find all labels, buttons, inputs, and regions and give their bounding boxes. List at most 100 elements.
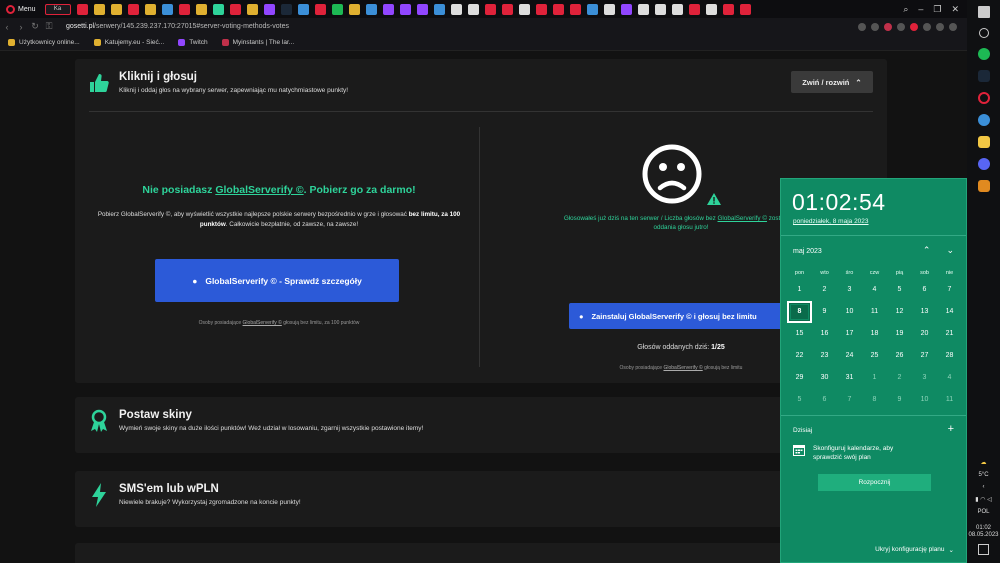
back-icon[interactable]: ‹	[0, 22, 14, 32]
calendar-day[interactable]: 3	[837, 279, 862, 301]
calendar-day[interactable]: 2	[887, 367, 912, 389]
search-tabs-icon[interactable]: ⌕	[903, 4, 908, 15]
calendar-day[interactable]: 18	[862, 323, 887, 345]
tab-favicon-icon[interactable]	[76, 3, 88, 15]
tab-favicon-icon[interactable]	[365, 3, 377, 15]
msg-link[interactable]: GlobalServerify ©	[718, 215, 767, 222]
tab-favicon-icon[interactable]	[348, 3, 360, 15]
tab-favicon-icon[interactable]	[433, 3, 445, 15]
bookmark-item[interactable]: Twitch	[178, 39, 208, 46]
tab-favicon-icon[interactable]	[161, 3, 173, 15]
calendar-day[interactable]: 19	[887, 323, 912, 345]
tab-favicon-icon[interactable]	[722, 3, 734, 15]
tab-favicon-icon[interactable]	[654, 3, 666, 15]
calendar-day[interactable]: 11	[862, 301, 887, 323]
browser-menu-button[interactable]: Menu	[0, 0, 42, 18]
sms-section[interactable]: SMS'em lub wPLN Niewiele brakuje? Wykorz…	[75, 471, 887, 527]
calendar-day[interactable]: 6	[812, 388, 837, 410]
tab-favicon-icon[interactable]	[484, 3, 496, 15]
calendar-day[interactable]: 5	[887, 279, 912, 301]
calendar-day[interactable]: 9	[887, 388, 912, 410]
calendar-day[interactable]: 22	[787, 345, 812, 367]
tab-favicon-icon[interactable]	[382, 3, 394, 15]
tab-favicon-icon[interactable]	[229, 3, 241, 15]
calendar-day[interactable]: 24	[837, 345, 862, 367]
calendar-day[interactable]: 6	[912, 279, 937, 301]
active-tab[interactable]: Ka	[44, 3, 71, 15]
tab-favicon-icon[interactable]	[552, 3, 564, 15]
calendar-day[interactable]: 5	[787, 388, 812, 410]
tab-favicon-icon[interactable]	[246, 3, 258, 15]
calendar-day[interactable]: 25	[862, 345, 887, 367]
tab-favicon-icon[interactable]	[399, 3, 411, 15]
game-icon[interactable]	[977, 180, 990, 192]
url-field[interactable]: gosetti.pl/serwery/145.239.237.170:27015…	[66, 23, 289, 30]
tab-favicon-icon[interactable]	[144, 3, 156, 15]
reload-icon[interactable]: ↻	[28, 21, 42, 32]
calendar-day[interactable]: 7	[837, 388, 862, 410]
calendar-day[interactable]: 27	[912, 345, 937, 367]
calendar-day[interactable]: 2	[812, 279, 837, 301]
extension-icon[interactable]	[923, 22, 931, 31]
extension-icon[interactable]	[910, 22, 918, 31]
skins-section[interactable]: Postaw skiny Wymień swoje skiny na duże …	[75, 397, 887, 453]
calendar-day[interactable]: 16	[812, 323, 837, 345]
tab-favicon-icon[interactable]	[93, 3, 105, 15]
steam-icon[interactable]	[977, 70, 990, 82]
calendar-day[interactable]: 9	[812, 301, 837, 323]
tab-favicon-icon[interactable]	[212, 3, 224, 15]
discord-icon[interactable]	[977, 158, 990, 170]
tab-favicon-icon[interactable]	[314, 3, 326, 15]
calendar-day[interactable]: 15	[787, 323, 812, 345]
calendar-day[interactable]: 10	[837, 301, 862, 323]
search-icon[interactable]	[978, 28, 989, 38]
download-icon[interactable]	[936, 22, 944, 31]
tab-favicon-icon[interactable]	[535, 3, 547, 15]
tab-favicon-icon[interactable]	[620, 3, 632, 15]
tab-favicon-icon[interactable]	[178, 3, 190, 15]
camera-icon[interactable]	[871, 22, 879, 31]
tab-favicon-icon[interactable]	[467, 3, 479, 15]
windows-start-icon[interactable]	[977, 6, 990, 18]
minimize-icon[interactable]: –	[918, 4, 923, 15]
globalserverify-details-button[interactable]: ● GlobalServerify © - Sprawdź szczegóły	[155, 259, 399, 302]
month-label[interactable]: maj 2023	[793, 248, 822, 255]
tray-chevron-icon[interactable]: ‹	[967, 484, 1000, 490]
calendar-day[interactable]: 28	[937, 345, 962, 367]
chevron-down-icon[interactable]: ⌄	[946, 245, 954, 256]
tab-favicon-icon[interactable]	[195, 3, 207, 15]
tab-favicon-icon[interactable]	[569, 3, 581, 15]
language-indicator[interactable]: POL	[967, 509, 1000, 515]
calendar-day[interactable]: 30	[812, 367, 837, 389]
calendar-day[interactable]: 17	[837, 323, 862, 345]
fine-link[interactable]: GlobalServerify ©	[663, 365, 702, 371]
calendar-day[interactable]: 20	[912, 323, 937, 345]
calendar-day[interactable]: 14	[937, 301, 962, 323]
maximize-icon[interactable]: ❐	[933, 4, 941, 15]
profile-icon[interactable]	[949, 22, 957, 31]
calendar-day[interactable]: 1	[862, 367, 887, 389]
calendar-day[interactable]: 10	[912, 388, 937, 410]
promo-link[interactable]: GlobalServerify ©	[215, 184, 303, 196]
file-explorer-icon[interactable]	[977, 136, 990, 148]
tab-favicon-icon[interactable]	[501, 3, 513, 15]
tab-favicon-icon[interactable]	[688, 3, 700, 15]
calendar-day-today[interactable]: 8	[787, 300, 812, 323]
bookmark-item[interactable]: Użytkownicy online...	[8, 39, 80, 46]
bookmark-item[interactable]: Myinstants | The lar...	[221, 39, 294, 46]
start-button[interactable]: Rozpocznij	[818, 474, 931, 491]
calendar-day[interactable]: 12	[887, 301, 912, 323]
hide-config-link[interactable]: Ukryj konfigurację planu ⌄	[875, 546, 954, 554]
calendar-day[interactable]: 23	[812, 345, 837, 367]
tab-favicon-icon[interactable]	[416, 3, 428, 15]
tab-favicon-icon[interactable]	[263, 3, 275, 15]
spotify-icon[interactable]	[977, 48, 990, 60]
calendar-day[interactable]: 26	[887, 345, 912, 367]
taskbar-clock-date[interactable]: 08.05.2023	[967, 532, 1000, 538]
add-event-icon[interactable]: +	[948, 423, 954, 435]
tab-favicon-icon[interactable]	[671, 3, 683, 15]
tab-favicon-icon[interactable]	[637, 3, 649, 15]
app-icon[interactable]	[977, 114, 990, 126]
calendar-day[interactable]: 31	[837, 367, 862, 389]
taskbar-clock-time[interactable]: 01:02	[967, 525, 1000, 531]
